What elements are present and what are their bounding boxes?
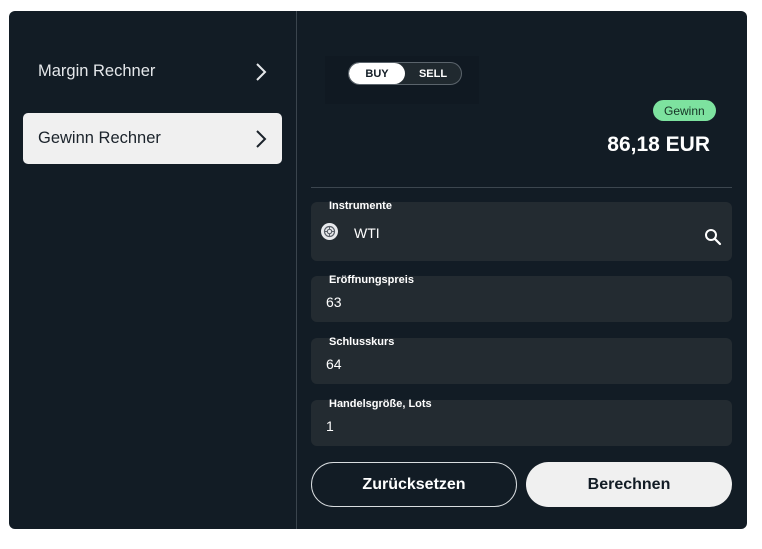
divider (311, 187, 732, 188)
chevron-right-icon (255, 62, 267, 81)
trade-size-field[interactable]: Handelsgröße, Lots 1 (311, 398, 732, 446)
sidebar-item-label: Gewinn Rechner (38, 129, 161, 147)
sidebar-item-label: Margin Rechner (38, 62, 156, 80)
instrument-value: WTI (354, 225, 380, 241)
chevron-right-icon (255, 129, 267, 148)
open-price-field[interactable]: Eröffnungspreis 63 (311, 274, 732, 322)
instrument-label: Instrumente (329, 200, 392, 212)
open-price-value[interactable]: 63 (326, 294, 342, 310)
instrument-field[interactable]: Instrumente WTI (311, 200, 732, 261)
instrument-logo-icon (321, 223, 338, 240)
reset-button[interactable]: Zurücksetzen (311, 462, 517, 507)
sidebar-item-margin-rechner[interactable]: Margin Rechner (23, 46, 282, 97)
trade-size-value[interactable]: 1 (326, 418, 334, 434)
sidebar: Margin Rechner Gewinn Rechner (9, 11, 297, 529)
result-type-badge: Gewinn (653, 100, 716, 121)
search-icon[interactable] (704, 228, 722, 246)
calculate-button[interactable]: Berechnen (526, 462, 732, 507)
sell-option[interactable]: SELL (405, 63, 461, 84)
buy-sell-toggle[interactable]: BUY SELL (348, 62, 462, 85)
buy-option[interactable]: BUY (349, 63, 405, 84)
close-price-field[interactable]: Schlusskurs 64 (311, 336, 732, 384)
sidebar-item-gewinn-rechner[interactable]: Gewinn Rechner (23, 113, 282, 164)
close-price-value[interactable]: 64 (326, 356, 342, 372)
result-value: 86,18 EUR (607, 133, 710, 156)
close-price-label: Schlusskurs (329, 336, 395, 348)
open-price-label: Eröffnungspreis (329, 274, 414, 286)
trade-size-label: Handelsgröße, Lots (329, 398, 432, 410)
calculator-panel: Margin Rechner Gewinn Rechner BUY SELL G… (9, 11, 747, 529)
